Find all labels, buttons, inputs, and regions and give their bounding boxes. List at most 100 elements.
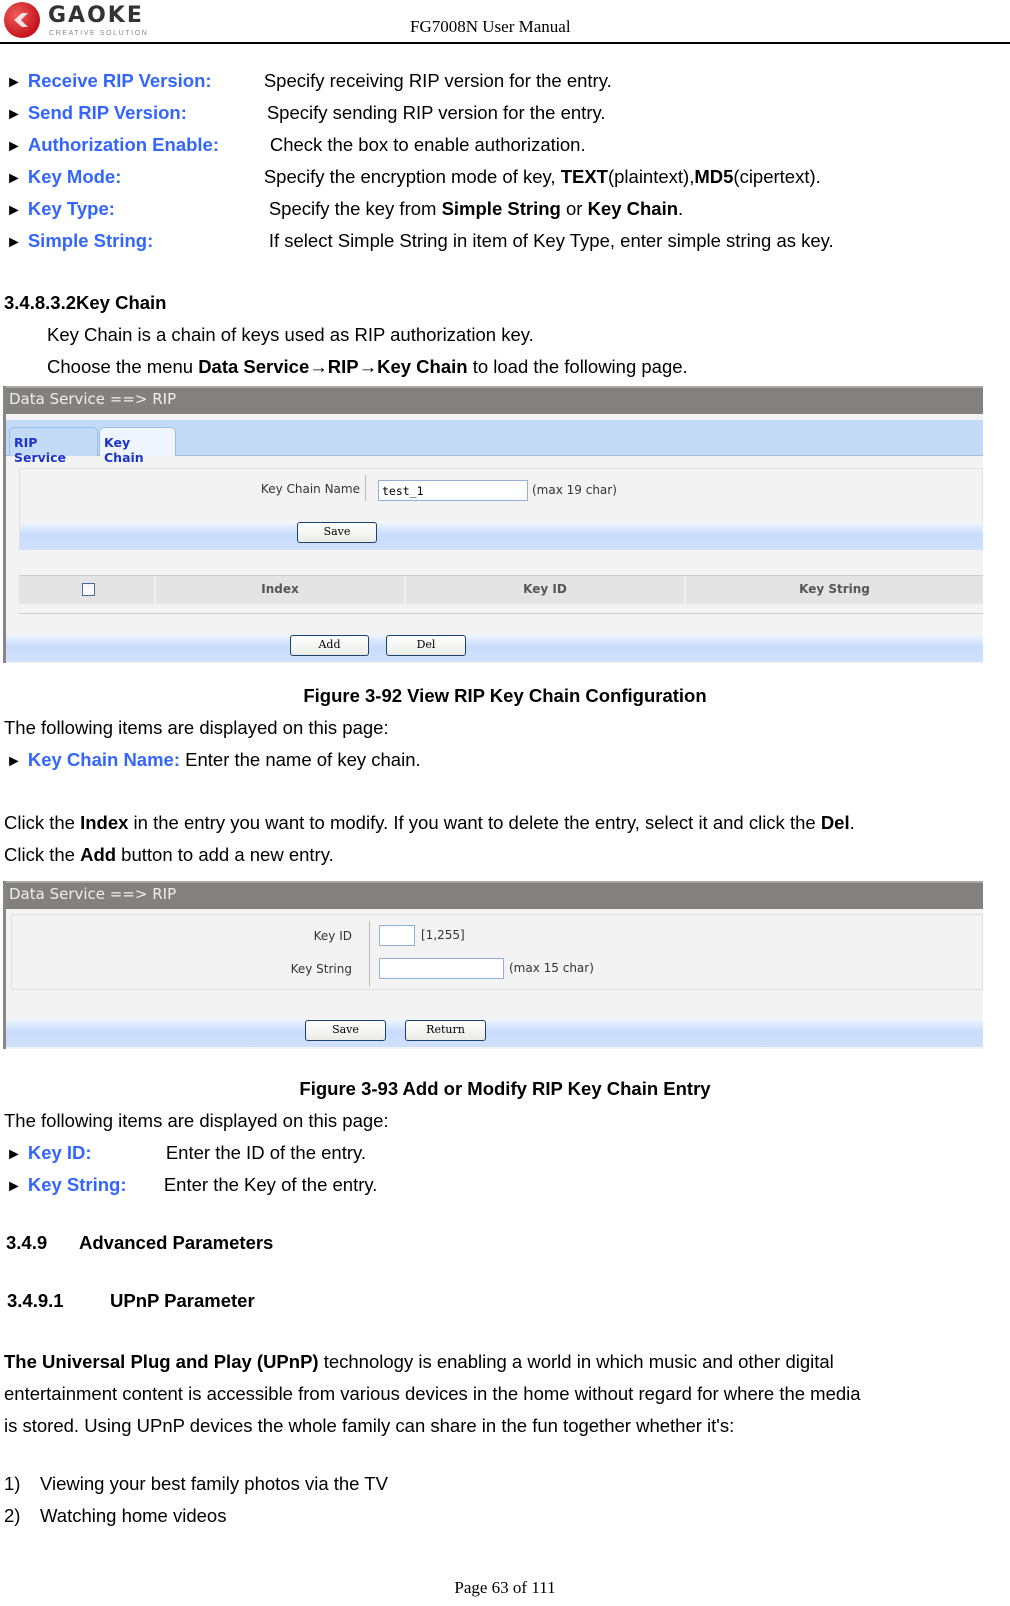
upnp-list-item: 2) Watching home videos (4, 1505, 226, 1527)
item-authorization-enable: ► Authorization Enable: Check the box to e… (6, 134, 586, 156)
item-desc-bold: TEXT (560, 166, 608, 187)
items-intro-text: The following items are displayed on thi… (4, 1110, 389, 1131)
item-desc: or (560, 198, 588, 219)
item-term: Authorization Enable: (27, 134, 220, 155)
text: Choose the menu (47, 356, 199, 377)
item-desc: If select Simple String in item of Key T… (268, 230, 834, 251)
add-button[interactable]: Add (290, 635, 369, 656)
item-desc: (plaintext), (607, 166, 695, 187)
table-empty-row (19, 604, 983, 614)
tab-rip-service[interactable]: RIP Service (9, 427, 98, 465)
text: button to add a new entry. (116, 844, 334, 865)
table-header-index[interactable]: Index (156, 576, 406, 604)
text: to load the following page. (467, 356, 688, 377)
table-header-key-string[interactable]: Key String (686, 576, 983, 604)
item-receive-rip-version: ► Receive RIP Version: Specify receiving R… (6, 70, 612, 92)
table-header-key-id[interactable]: Key ID (406, 576, 686, 604)
key-chain-form-panel: Key Chain Name (max 19 char) Save (19, 468, 983, 550)
bullet-arrow-icon: ► (6, 170, 22, 187)
bullet-arrow-icon: ► (6, 74, 22, 91)
text-bold: Del (820, 812, 850, 833)
section-number: 3.4.9 (6, 1232, 48, 1253)
menu-path: Data Service→RIP→Key Chain (198, 356, 468, 377)
screenshot-title-bar: Data Service ==> RIP (6, 386, 983, 414)
logo-circle-icon (4, 2, 40, 38)
bullet-arrow-icon: ► (6, 138, 22, 155)
table-header-select (19, 576, 156, 604)
tab-bar: RIP Service Key Chain (6, 420, 983, 465)
text: . (849, 812, 855, 833)
screenshot-title-bar: Data Service ==> RIP (6, 881, 983, 909)
item-term: Key String: (27, 1174, 127, 1195)
logo-mark-icon (14, 13, 28, 27)
key-string-hint: (max 15 char) (509, 961, 594, 975)
key-id-input[interactable] (379, 925, 415, 946)
item-term: Key Type: (27, 198, 115, 219)
text-bold: Index (80, 812, 129, 833)
section-title: Key Chain (76, 292, 167, 313)
list-number: 1) (4, 1473, 21, 1494)
items-intro-text: The following items are displayed on thi… (4, 717, 389, 738)
section-heading-key-chain: 3.4.8.3.2Key Chain (4, 292, 166, 314)
page-number: Page 63 of 111 (454, 1578, 556, 1597)
table-button-bar: Add Del (6, 634, 983, 662)
key-chain-table: Index Key ID Key String (19, 575, 983, 614)
del-button[interactable]: Del (386, 635, 466, 656)
item-desc-bold: Simple String (441, 198, 561, 219)
item-send-rip-version: ► Send RIP Version: Specify sending RIP ve… (6, 102, 606, 124)
item-desc: Specify the encryption mode of key, (263, 166, 561, 187)
upnp-list-item: 1) Viewing your best family photos via th… (4, 1473, 388, 1495)
item-desc: Specify sending RIP version for the entr… (266, 102, 606, 123)
save-button[interactable]: Save (297, 522, 377, 543)
text-bold: Add (80, 844, 117, 865)
list-text: Watching home videos (40, 1505, 227, 1526)
figure-93-screenshot: Data Service ==> RIP Key ID [1,255] Key … (3, 881, 983, 1049)
figure-92-caption: Figure 3-92 View RIP Key Chain Configura… (303, 685, 707, 706)
key-string-label: Key String (290, 962, 352, 976)
item-term: Receive RIP Version: (27, 70, 212, 91)
text: in the entry you want to modify. If you … (128, 812, 821, 833)
text-bold: The Universal Plug and Play (UPnP) (4, 1351, 319, 1372)
upnp-paragraph-line-3: is stored. Using UPnP devices the whole … (4, 1415, 735, 1436)
page-header: GAOKE CREATIVE SOLUTION FG7008N User Man… (0, 0, 1010, 44)
item-key-string: ► Key String: Enter the Key of the entry. (6, 1174, 377, 1196)
modify-delete-instruction: Click the Index in the entry you want to… (4, 812, 855, 834)
text: Click the (4, 812, 81, 833)
logo-tagline: CREATIVE SOLUTION (49, 30, 149, 37)
select-all-checkbox[interactable] (82, 583, 95, 596)
tab-key-chain[interactable]: Key Chain (99, 427, 176, 465)
item-desc-bold: Key Chain (587, 198, 679, 219)
key-chain-name-label: Key Chain Name (260, 482, 360, 496)
list-number: 2) (4, 1505, 21, 1526)
bullet-arrow-icon: ► (6, 1178, 22, 1195)
item-term: Key Mode: (27, 166, 122, 187)
return-button[interactable]: Return (405, 1020, 486, 1041)
bullet-arrow-icon: ► (6, 106, 22, 123)
item-desc: . (678, 198, 684, 219)
section-title: UPnP Parameter (110, 1290, 255, 1311)
section-heading-advanced-parameters: 3.4.9 Advanced Parameters (6, 1232, 273, 1254)
key-id-label: Key ID (313, 929, 352, 943)
document-title: FG7008N User Manual (410, 17, 571, 36)
item-desc: (cipertext). (733, 166, 821, 187)
section-heading-upnp-parameter: 3.4.9.1 UPnP Parameter (7, 1290, 255, 1312)
key-string-input[interactable] (379, 958, 504, 979)
figure-93-caption: Figure 3-93 Add or Modify RIP Key Chain … (299, 1078, 711, 1099)
logo-wordmark: GAOKE (48, 3, 144, 28)
upnp-paragraph-line-1: The Universal Plug and Play (UPnP) techn… (4, 1351, 834, 1373)
add-instruction: Click the Add button to add a new entry. (4, 844, 334, 866)
item-desc: Enter the ID of the entry. (165, 1142, 367, 1163)
section-number: 3.4.9.1 (7, 1290, 64, 1311)
field-separator (369, 921, 370, 987)
item-term: Send RIP Version: (27, 102, 187, 123)
item-key-type: ► Key Type: Specify the key from Simple St… (6, 198, 683, 220)
item-desc: Enter the Key of the entry. (163, 1174, 378, 1195)
save-button[interactable]: Save (305, 1020, 386, 1041)
bullet-arrow-icon: ► (6, 202, 22, 219)
text: Click the (4, 844, 81, 865)
key-chain-name-input[interactable] (378, 480, 528, 501)
item-simple-string: ► Simple String: If select Simple String i… (6, 230, 834, 252)
text: technology is enabling a world in which … (318, 1351, 834, 1372)
key-chain-name-hint: (max 19 char) (532, 483, 617, 497)
section-title: Advanced Parameters (79, 1232, 274, 1253)
